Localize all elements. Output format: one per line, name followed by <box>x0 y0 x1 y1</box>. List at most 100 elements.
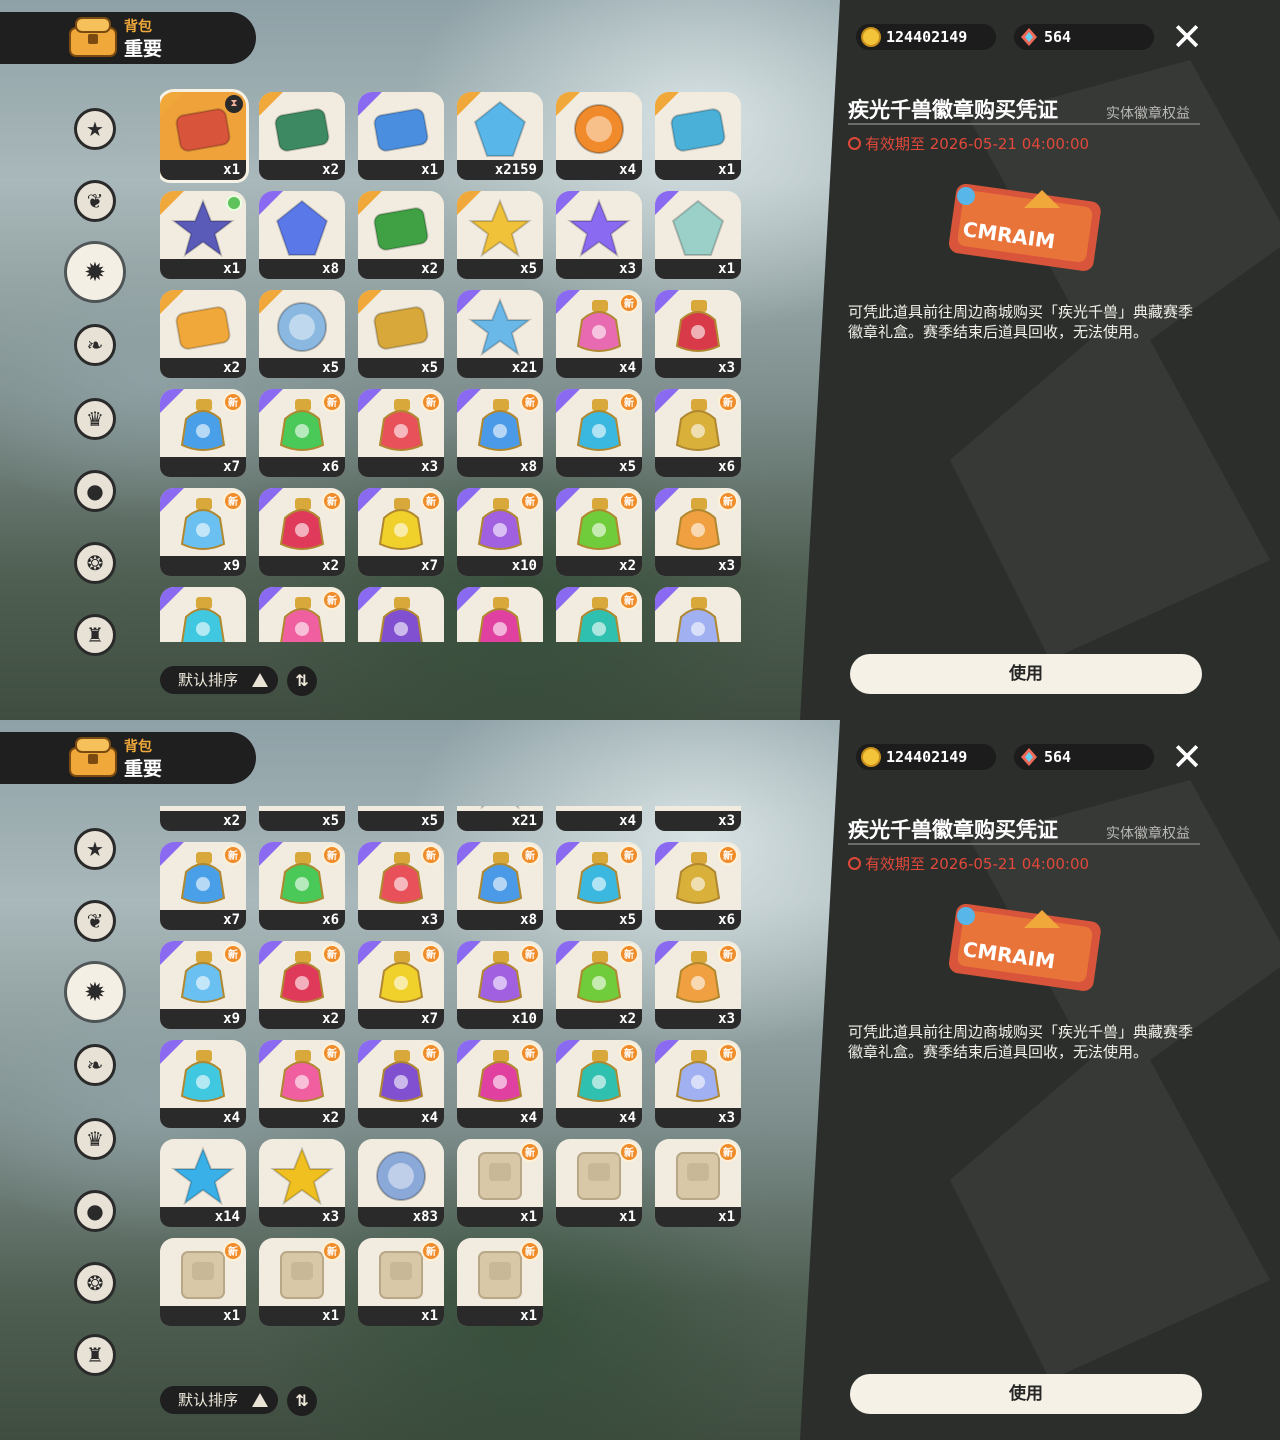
inventory-item-gift-envelope[interactable]: x2 <box>259 92 345 180</box>
inventory-item-potion-cyan[interactable]: 新 x5 <box>556 841 642 930</box>
inventory-item-potion-ice[interactable]: 新 x9 <box>160 488 246 576</box>
inventory-item-crystal-crown[interactable]: x1 <box>655 191 741 279</box>
important-star-icon[interactable]: ✹ <box>67 964 123 1020</box>
svg-text:♜: ♜ <box>86 1343 104 1367</box>
inventory-item-potion-purple[interactable]: 新 x4 <box>358 1039 444 1128</box>
inventory-item-star-pouch[interactable]: x1 <box>160 191 246 279</box>
inventory-item-water-flask[interactable]: x1 <box>655 92 741 180</box>
crown-card-icon[interactable]: ♛ <box>74 398 116 440</box>
acorn-icon[interactable]: ❂ <box>74 542 116 584</box>
inventory-item-potion-red[interactable]: 新 x3 <box>358 841 444 930</box>
furniture-icon[interactable]: ♜ <box>74 1334 116 1376</box>
inventory-item-potion-green[interactable]: 新 x6 <box>259 841 345 930</box>
inventory-item-potion-green[interactable]: 新 x6 <box>259 389 345 477</box>
ball-icon[interactable]: ● <box>74 470 116 512</box>
inventory-item-potion-magenta[interactable] <box>457 587 543 642</box>
star-badge-icon[interactable]: ★ <box>74 828 116 870</box>
inventory-item-flame-mask[interactable]: x2 <box>160 806 246 831</box>
inventory-item-golden-key[interactable]: x5 <box>358 290 444 378</box>
flame-mask-icon <box>175 306 231 350</box>
inventory-item-potion-red[interactable]: 新 x3 <box>358 389 444 477</box>
sort-dropdown[interactable]: 默认排序 <box>160 666 278 694</box>
inventory-item-potion-aqua[interactable]: x4 <box>160 1039 246 1128</box>
inventory-item-id-card[interactable]: x1 <box>358 92 444 180</box>
inventory-item-potion-blue-drop[interactable]: 新 x8 <box>457 389 543 477</box>
inventory-item-blue-gem[interactable]: x8 <box>259 191 345 279</box>
inventory-item-potion-magenta[interactable]: 新 x4 <box>457 1039 543 1128</box>
inventory-item-gold-star-token[interactable]: x3 <box>259 1138 345 1227</box>
inventory-item-potion-swirl[interactable]: 新 x3 <box>655 1039 741 1128</box>
inventory-item-potion-violet[interactable]: 新 x10 <box>457 940 543 1029</box>
inventory-item-scroll-2[interactable]: 新 x1 <box>556 1138 642 1227</box>
inventory-item-potion-orange[interactable]: 新 x3 <box>655 940 741 1029</box>
inventory-item-voucher-ticket[interactable]: ⧗ x1 <box>160 92 246 180</box>
close-icon[interactable]: ✕ <box>1168 18 1206 56</box>
inventory-item-blue-star-token[interactable]: x14 <box>160 1138 246 1227</box>
inventory-item-potion-pink[interactable]: 新 <box>259 587 345 642</box>
close-icon[interactable]: ✕ <box>1168 738 1206 776</box>
inventory-item-potion-yellow[interactable]: 新 x7 <box>358 488 444 576</box>
inventory-item-potion-teal[interactable]: 新 <box>556 587 642 642</box>
inventory-item-blue-disc[interactable]: x5 <box>259 806 345 831</box>
inventory-item-scroll-6[interactable]: 新 x1 <box>358 1237 444 1326</box>
inventory-item-potion-orange[interactable]: 新 x3 <box>655 488 741 576</box>
inventory-item-scroll-1[interactable]: 新 x1 <box>457 1138 543 1227</box>
inventory-item-golden-key[interactable]: x5 <box>358 806 444 831</box>
inventory-item-rainbow-potion[interactable]: 新 x4 <box>556 290 642 378</box>
leaf-badge-icon[interactable]: ❦ <box>74 180 116 222</box>
inventory-item-potion-swirl[interactable] <box>655 587 741 642</box>
item-count: x2 <box>160 810 246 831</box>
important-star-icon[interactable]: ✹ <box>67 244 123 300</box>
inventory-item-rainbow-potion[interactable]: x4 <box>556 806 642 831</box>
inventory-item-potion-yellow[interactable]: 新 x7 <box>358 940 444 1029</box>
inventory-item-scroll-3[interactable]: 新 x1 <box>655 1138 741 1227</box>
plant-badge-icon[interactable]: ❧ <box>74 324 116 366</box>
inventory-item-star-wand[interactable]: x21 <box>457 806 543 831</box>
inventory-item-leaf-seed[interactable]: x2 <box>358 191 444 279</box>
furniture-icon[interactable]: ♜ <box>74 614 116 656</box>
inventory-item-potion-purple[interactable] <box>358 587 444 642</box>
sort-dropdown[interactable]: 默认排序 <box>160 1386 278 1414</box>
inventory-item-scroll-5[interactable]: 新 x1 <box>259 1237 345 1326</box>
inventory-item-red-potion[interactable]: x3 <box>655 806 741 831</box>
inventory-item-potion-pink[interactable]: 新 x2 <box>259 1039 345 1128</box>
inventory-item-star-wand[interactable]: x21 <box>457 290 543 378</box>
use-button[interactable]: 使用 <box>850 1374 1202 1414</box>
plant-badge-icon[interactable]: ❧ <box>74 1044 116 1086</box>
inventory-item-potion-gold[interactable]: 新 x6 <box>655 841 741 930</box>
inventory-item-potion-violet[interactable]: 新 x10 <box>457 488 543 576</box>
inventory-item-potion-blue-star[interactable]: 新 x7 <box>160 841 246 930</box>
inventory-item-scroll-4[interactable]: 新 x1 <box>160 1237 246 1326</box>
item-tag: 实体徽章权益 <box>1106 826 1190 842</box>
inventory-item-potion-aqua[interactable] <box>160 587 246 642</box>
inventory-item-potion-cyan[interactable]: 新 x5 <box>556 389 642 477</box>
inventory-item-potion-lime[interactable]: 新 x2 <box>556 488 642 576</box>
inventory-item-purple-star[interactable]: x3 <box>556 191 642 279</box>
ball-icon[interactable]: ● <box>74 1190 116 1232</box>
acorn-icon[interactable]: ❂ <box>74 1262 116 1304</box>
inventory-item-gold-star[interactable]: x5 <box>457 191 543 279</box>
inventory-item-blue-disc[interactable]: x5 <box>259 290 345 378</box>
crown-card-icon[interactable]: ♛ <box>74 1118 116 1160</box>
inventory-item-robot-coin[interactable]: x83 <box>358 1138 444 1227</box>
item-count: x5 <box>259 810 345 831</box>
inventory-item-orange-emblem[interactable]: x4 <box>556 92 642 180</box>
inventory-item-potion-gold[interactable]: 新 x6 <box>655 389 741 477</box>
inventory-item-potion-lime[interactable]: 新 x2 <box>556 940 642 1029</box>
sort-order-toggle-button[interactable]: ⇅ <box>287 666 317 696</box>
gem-icon <box>1021 748 1037 766</box>
inventory-item-potion-ice[interactable]: 新 x9 <box>160 940 246 1029</box>
inventory-item-potion-crimson[interactable]: 新 x2 <box>259 940 345 1029</box>
sort-order-toggle-button[interactable]: ⇅ <box>287 1386 317 1416</box>
inventory-item-scroll-7[interactable]: 新 x1 <box>457 1237 543 1326</box>
use-button[interactable]: 使用 <box>850 654 1202 694</box>
inventory-item-prism-crystal[interactable]: x2159 <box>457 92 543 180</box>
inventory-item-potion-blue-star[interactable]: 新 x7 <box>160 389 246 477</box>
star-badge-icon[interactable]: ★ <box>74 108 116 150</box>
inventory-item-potion-blue-drop[interactable]: 新 x8 <box>457 841 543 930</box>
inventory-item-potion-teal[interactable]: 新 x4 <box>556 1039 642 1128</box>
inventory-item-potion-crimson[interactable]: 新 x2 <box>259 488 345 576</box>
leaf-badge-icon[interactable]: ❦ <box>74 900 116 942</box>
inventory-item-flame-mask[interactable]: x2 <box>160 290 246 378</box>
inventory-item-red-potion[interactable]: x3 <box>655 290 741 378</box>
